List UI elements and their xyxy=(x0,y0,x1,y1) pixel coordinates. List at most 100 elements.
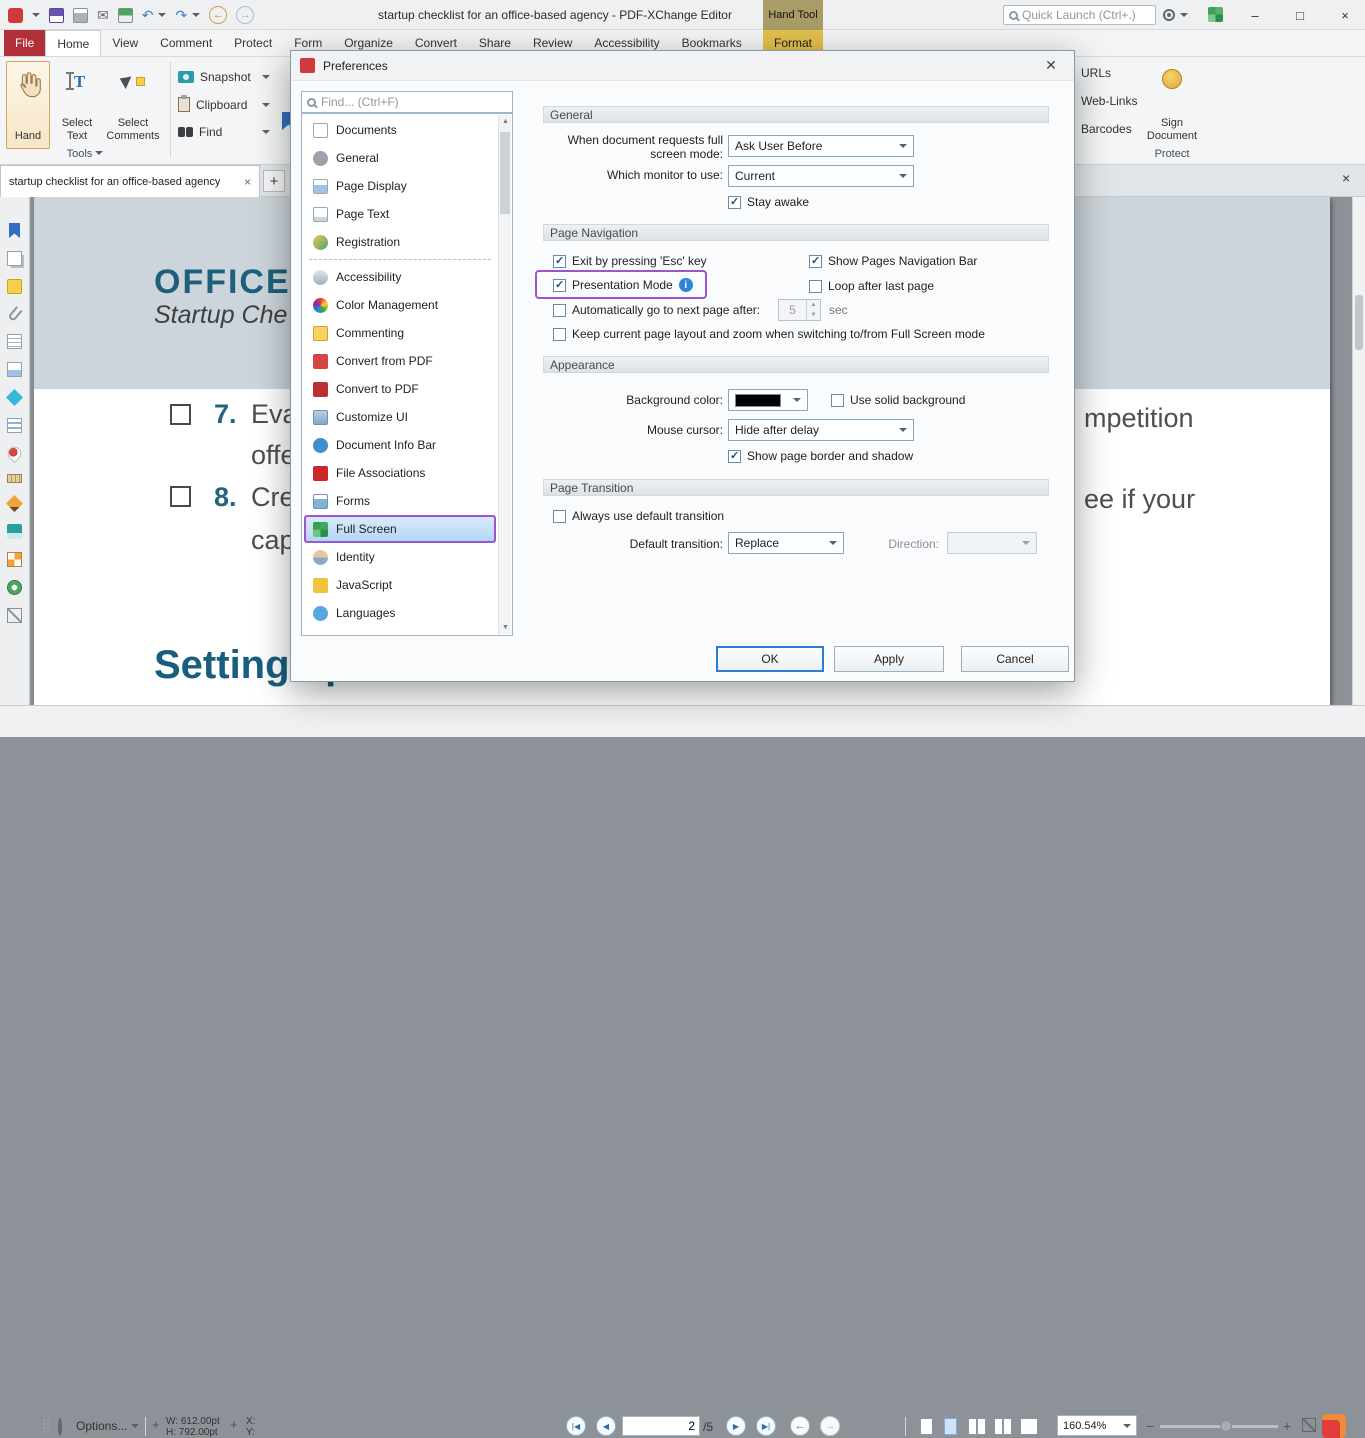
zoom-in-icon[interactable]: + xyxy=(1283,1418,1291,1434)
clipboard-button[interactable]: Clipboard xyxy=(178,97,270,112)
redo-caret-icon[interactable] xyxy=(192,13,200,21)
options-button[interactable]: Options... xyxy=(76,1419,139,1433)
maximize-button[interactable]: □ xyxy=(1285,0,1315,30)
bookmarks-panel-icon[interactable] xyxy=(9,223,20,238)
exit-esc-checkbox[interactable]: Exit by pressing 'Esc' key xyxy=(553,254,707,268)
zoom-out-icon[interactable]: − xyxy=(1146,1418,1154,1434)
category-list-scrollbar[interactable]: ▲ ▼ xyxy=(498,115,511,634)
undo-caret-icon[interactable] xyxy=(158,13,166,21)
spinner-arrows[interactable]: ▲▼ xyxy=(806,300,820,320)
show-page-border-checkbox[interactable]: Show page border and shadow xyxy=(728,449,913,463)
previous-page-button[interactable]: ◀ xyxy=(596,1416,616,1436)
direction-combo[interactable] xyxy=(947,532,1037,554)
category-languages[interactable]: Languages xyxy=(304,599,496,627)
menu-file[interactable]: File xyxy=(4,30,45,56)
hand-tool-contextual-tab[interactable]: Hand Tool xyxy=(763,0,823,30)
layout-cover-icon[interactable] xyxy=(1020,1418,1038,1435)
document-tab[interactable]: startup checklist for an office-based ag… xyxy=(0,165,260,197)
page-number-input-box[interactable] xyxy=(622,1416,700,1436)
hand-tool-button[interactable]: Hand xyxy=(6,61,50,149)
dialog-title-bar[interactable]: Preferences ✕ xyxy=(291,51,1074,81)
cancel-button[interactable]: Cancel xyxy=(961,646,1069,672)
use-solid-background-checkbox[interactable]: Use solid background xyxy=(831,393,965,407)
keep-layout-checkbox[interactable]: Keep current page layout and zoom when s… xyxy=(553,327,985,341)
sign-document-button[interactable]: SignDocument xyxy=(1143,61,1201,149)
monitor-combo[interactable]: Current xyxy=(728,165,914,187)
show-pages-nav-checkbox[interactable]: Show Pages Navigation Bar xyxy=(809,254,977,268)
zoom-slider-thumb[interactable] xyxy=(1220,1420,1232,1432)
loop-after-last-checkbox[interactable]: Loop after last page xyxy=(809,279,934,293)
category-accessibility[interactable]: Accessibility xyxy=(304,263,496,291)
menu-view[interactable]: View xyxy=(101,30,149,56)
attachments-paperclip-icon[interactable] xyxy=(7,306,22,322)
save-icon[interactable] xyxy=(49,8,64,23)
print-icon[interactable] xyxy=(73,8,88,23)
compass-icon[interactable] xyxy=(7,580,22,595)
category-file-associations[interactable]: File Associations xyxy=(304,459,496,487)
next-view-button[interactable]: → xyxy=(820,1416,840,1436)
minimize-button[interactable]: – xyxy=(1240,0,1270,30)
zoom-slider-track[interactable] xyxy=(1160,1425,1278,1428)
auto-next-seconds-spinner[interactable]: 5 ▲▼ xyxy=(778,299,821,321)
quick-launch-input[interactable] xyxy=(1022,8,1150,22)
destinations-pin-icon[interactable] xyxy=(5,444,24,463)
category-customize-ui[interactable]: Customize UI xyxy=(304,403,496,431)
tools-group-label[interactable]: Tools xyxy=(6,148,164,160)
previous-view-button[interactable]: ← xyxy=(790,1416,810,1436)
mail-icon[interactable]: ✉ xyxy=(97,8,109,22)
settings-gear-icon[interactable] xyxy=(1163,9,1175,21)
logo-menu-caret-icon[interactable] xyxy=(32,13,40,21)
quick-launch-box[interactable] xyxy=(1003,5,1156,25)
pencil-icon[interactable] xyxy=(6,495,23,512)
scroll-down-icon[interactable]: ▼ xyxy=(499,621,512,634)
category-identity[interactable]: Identity xyxy=(304,543,496,571)
presentation-mode-checkbox[interactable]: Presentation Modei xyxy=(553,278,693,292)
apply-button[interactable]: Apply xyxy=(834,646,944,672)
preferences-search-box[interactable] xyxy=(301,91,513,113)
category-page-text[interactable]: Page Text xyxy=(304,200,496,228)
snapshot-button[interactable]: Snapshot xyxy=(178,70,270,84)
select-text-button[interactable]: T SelectText xyxy=(54,61,100,149)
tabbar-close-icon[interactable]: × xyxy=(1342,170,1350,186)
ok-button[interactable]: OK xyxy=(716,646,824,672)
menu-protect[interactable]: Protect xyxy=(223,30,283,56)
layout-single-page-icon[interactable] xyxy=(920,1418,933,1435)
always-default-transition-checkbox[interactable]: Always use default transition xyxy=(553,509,724,523)
layout-continuous-icon[interactable] xyxy=(944,1418,957,1435)
zoom-combo[interactable]: 160.54% xyxy=(1057,1415,1137,1436)
undo-icon[interactable]: ↶ xyxy=(142,8,154,22)
highlighter-icon[interactable] xyxy=(7,524,22,539)
forward-icon[interactable]: → xyxy=(236,6,254,24)
close-button[interactable]: × xyxy=(1330,0,1360,30)
layout-two-pages-icon[interactable] xyxy=(968,1418,986,1435)
category-registration[interactable]: Registration xyxy=(304,228,496,256)
comments-panel-icon[interactable] xyxy=(7,279,22,294)
dialog-close-icon[interactable]: ✕ xyxy=(1037,55,1065,77)
document-scrollbar[interactable] xyxy=(1352,197,1365,705)
background-color-combo[interactable] xyxy=(728,389,808,411)
category-page-display[interactable]: Page Display xyxy=(304,172,496,200)
select-comments-button[interactable]: SelectComments xyxy=(102,61,164,149)
default-transition-combo[interactable]: Replace xyxy=(728,532,844,554)
document-panel-icon[interactable] xyxy=(7,334,22,349)
scroll-up-icon[interactable]: ▲ xyxy=(499,115,512,128)
category-documents[interactable]: Documents xyxy=(304,116,496,144)
request-fullscreen-combo[interactable]: Ask User Before xyxy=(728,135,914,157)
find-button[interactable]: Find xyxy=(178,125,270,139)
category-convert-from-pdf[interactable]: Convert from PDF xyxy=(304,347,496,375)
scrollbar-thumb[interactable] xyxy=(1355,295,1363,350)
grid-icon[interactable] xyxy=(7,552,22,567)
category-document-info-bar[interactable]: Document Info Bar xyxy=(304,431,496,459)
category-forms[interactable]: Forms xyxy=(304,487,496,515)
back-icon[interactable]: ← xyxy=(209,6,227,24)
export-icon[interactable] xyxy=(118,8,133,23)
next-page-button[interactable]: ▶ xyxy=(726,1416,746,1436)
menu-comment[interactable]: Comment xyxy=(149,30,223,56)
ui-switch-grid-icon[interactable] xyxy=(1208,7,1223,22)
layout-two-pages-continuous-icon[interactable] xyxy=(994,1418,1012,1435)
fields-panel-icon[interactable] xyxy=(7,362,22,377)
auto-next-page-checkbox[interactable]: Automatically go to next page after: xyxy=(553,303,760,317)
tab-close-icon[interactable]: × xyxy=(244,175,251,189)
menu-home[interactable]: Home xyxy=(45,30,101,56)
redo-icon[interactable]: ↷ xyxy=(175,8,187,22)
